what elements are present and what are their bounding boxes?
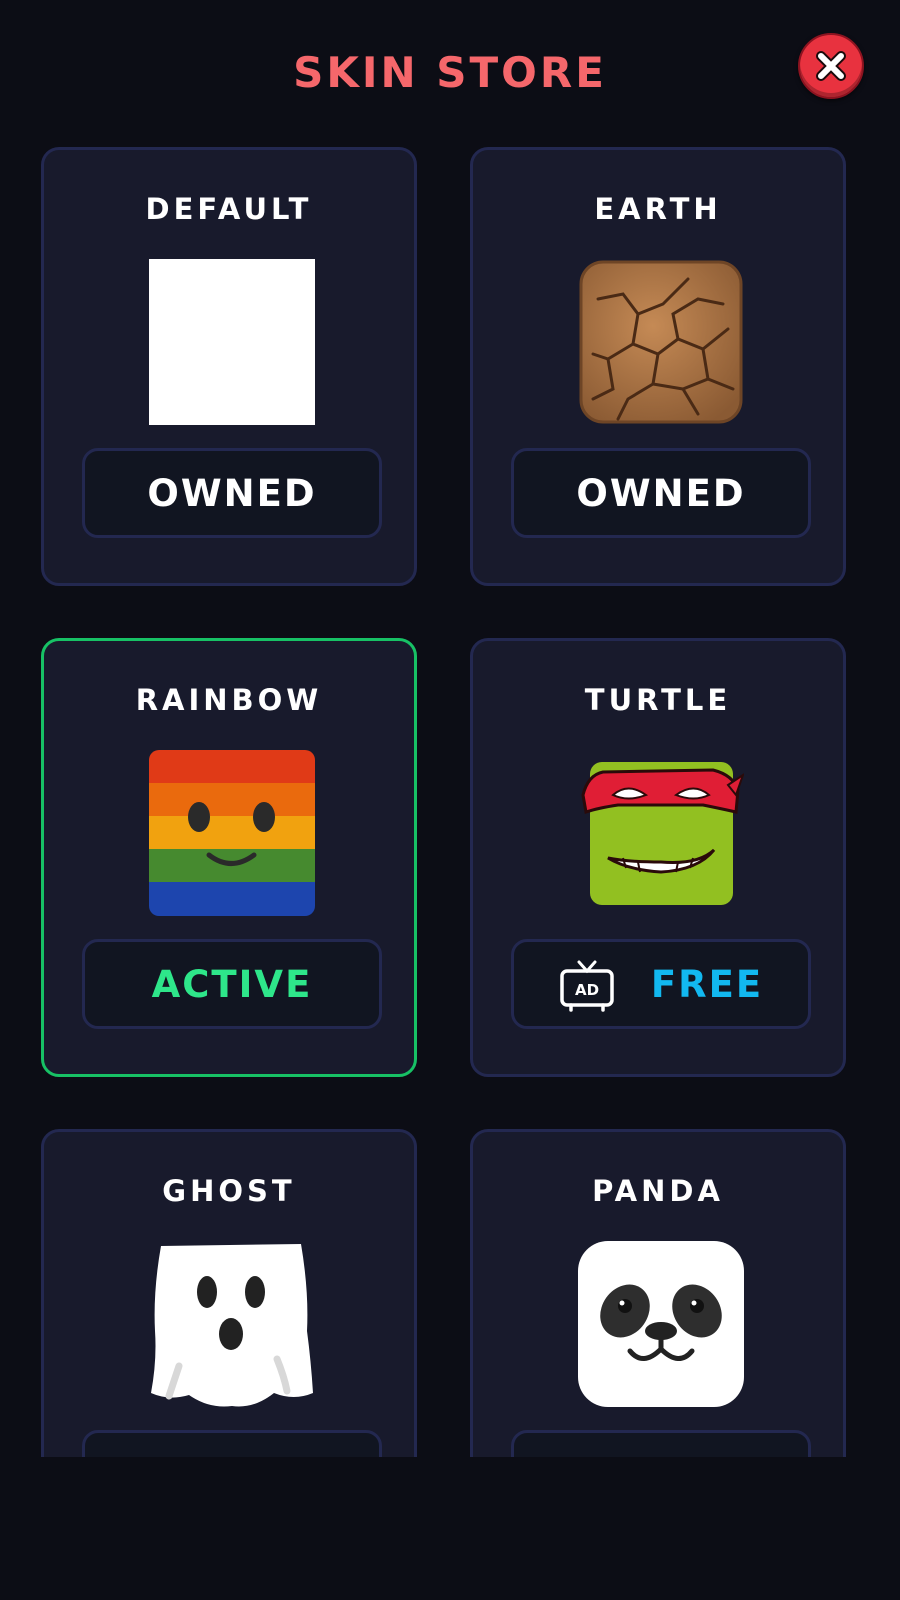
- store-header: SKIN STORE: [0, 0, 900, 140]
- skin-name: GHOST: [162, 1174, 296, 1208]
- owned-button[interactable]: OWNED: [82, 448, 382, 538]
- skin-name: PANDA: [592, 1174, 724, 1208]
- skin-card-panda[interactable]: PANDA: [470, 1129, 846, 1457]
- skin-name: RAINBOW: [135, 683, 323, 717]
- ghost-button[interactable]: [82, 1430, 382, 1457]
- active-button[interactable]: ACTIVE: [82, 939, 382, 1029]
- panda-face-preview: [578, 1241, 744, 1407]
- button-label: FREE: [650, 962, 764, 1006]
- turtle-face-preview: [581, 762, 744, 905]
- skin-card-earth[interactable]: EARTH OWNED: [470, 147, 846, 586]
- button-label: ACTIVE: [151, 962, 313, 1006]
- skin-card-default[interactable]: DEFAULT OWNED: [41, 147, 417, 586]
- owned-button[interactable]: OWNED: [511, 448, 811, 538]
- watch-ad-free-button[interactable]: AD FREE: [511, 939, 811, 1029]
- skin-name: EARTH: [594, 192, 722, 226]
- panda-button[interactable]: [511, 1430, 811, 1457]
- button-label: OWNED: [147, 471, 317, 515]
- ghost-preview: [151, 1244, 313, 1407]
- skin-card-turtle[interactable]: TURTLE AD FREE: [470, 638, 846, 1077]
- svg-text:AD: AD: [575, 981, 599, 999]
- skin-card-ghost[interactable]: GHOST: [41, 1129, 417, 1457]
- skin-name: TURTLE: [584, 683, 732, 717]
- skin-name: DEFAULT: [145, 192, 313, 226]
- close-x-icon: [816, 51, 846, 81]
- skin-card-rainbow[interactable]: RAINBOW ACTIVE: [41, 638, 417, 1077]
- rainbow-smiley-preview: [149, 750, 315, 916]
- cracked-earth-preview: [579, 260, 743, 424]
- page-title: SKIN STORE: [293, 48, 607, 97]
- skin-grid[interactable]: DEFAULT OWNED EARTH OWNED RAINBOW ACTIVE…: [0, 140, 900, 1457]
- tv-ad-icon: AD: [560, 960, 614, 1012]
- white-square-preview: [149, 259, 315, 425]
- button-label: OWNED: [576, 471, 746, 515]
- close-button[interactable]: [798, 33, 864, 99]
